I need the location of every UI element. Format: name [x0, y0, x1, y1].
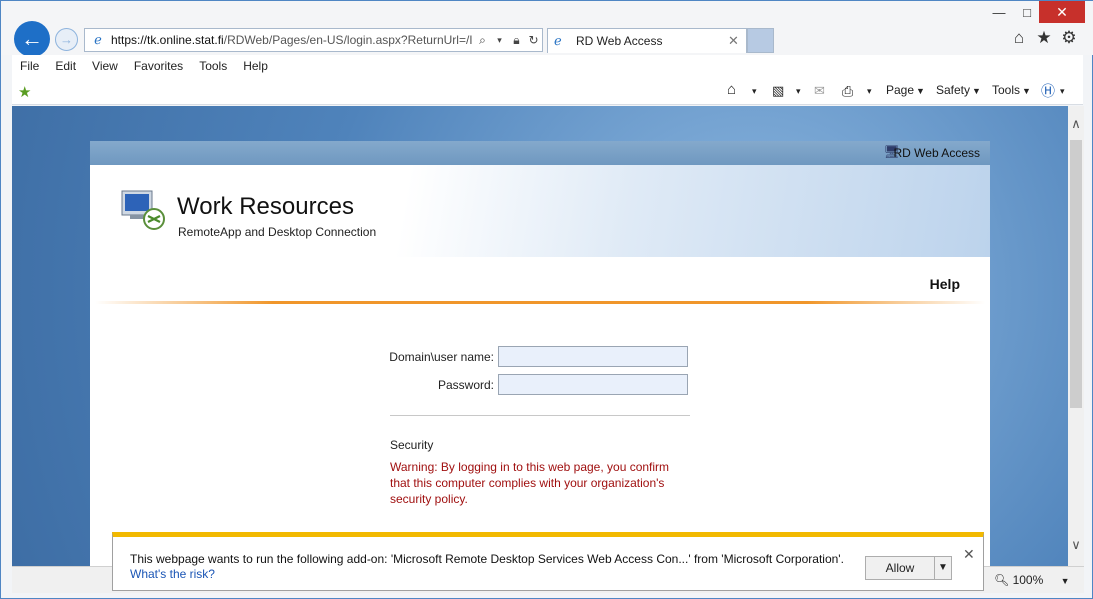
- rd-web-access-panel: 🖥︎ RD Web Access Work Resources RemoteAp…: [90, 141, 990, 566]
- chevron-down-icon: ▼: [1060, 576, 1070, 586]
- url-path: /RDWeb/Pages/en-US/login.aspx?ReturnUrl=…: [223, 33, 473, 47]
- menu-favorites[interactable]: Favorites: [126, 59, 191, 73]
- dropdown-arrow-icon[interactable]: ▾: [491, 35, 508, 46]
- help-icon[interactable]: Ⓗ: [1041, 81, 1055, 101]
- help-dropdown-icon[interactable]: ▾: [1060, 86, 1065, 97]
- rd-strip-label: RD Web Access: [893, 146, 980, 160]
- address-bar[interactable]: ℯ https://tk.online.stat.fi/RDWeb/Pages/…: [84, 28, 543, 52]
- back-button[interactable]: ←: [14, 21, 50, 57]
- zoom-icon: 🔍︎: [994, 573, 1010, 587]
- minimize-icon: —: [992, 4, 1006, 20]
- security-heading: Security: [390, 438, 434, 452]
- gear-icon[interactable]: ⚙: [1057, 28, 1081, 50]
- home-icon[interactable]: ⌂: [1007, 28, 1031, 50]
- allow-button[interactable]: Allow: [865, 556, 935, 580]
- menu-tools[interactable]: Tools: [191, 59, 235, 73]
- allow-dropdown-button[interactable]: ▼: [934, 556, 952, 580]
- ie-tab-icon: ℯ: [554, 33, 562, 48]
- vertical-scrollbar[interactable]: ∧ ∨: [1068, 106, 1084, 566]
- favorites-star-icon[interactable]: ★: [1032, 28, 1056, 50]
- chevron-down-icon: ▼: [938, 562, 948, 573]
- chevron-down-icon: ▼: [972, 86, 981, 96]
- close-button[interactable]: ✕: [1039, 1, 1085, 23]
- zoom-control[interactable]: 🔍︎ 100% ▼: [994, 573, 1070, 587]
- close-icon: ✕: [1056, 3, 1068, 20]
- username-row: Domain\user name:: [380, 346, 688, 367]
- refresh-icon[interactable]: ↻: [525, 33, 542, 47]
- orange-divider: [95, 301, 985, 304]
- tab-rd-web-access[interactable]: ℯ RD Web Access ✕: [547, 28, 747, 53]
- rd-header: Work Resources RemoteApp and Desktop Con…: [90, 165, 990, 257]
- notification-close-icon[interactable]: ✕: [963, 546, 975, 563]
- password-label: Password:: [437, 377, 494, 392]
- form-divider: [390, 415, 690, 416]
- safety-menu-label: Safety: [936, 83, 971, 97]
- url-host: https://tk.online.stat.fi: [111, 33, 224, 47]
- maximize-icon: □: [1023, 4, 1031, 20]
- tools-menu-label: Tools: [992, 83, 1021, 97]
- username-input[interactable]: [498, 346, 688, 367]
- print-icon[interactable]: ⎙: [842, 83, 853, 100]
- new-tab-button[interactable]: [747, 28, 774, 53]
- forward-arrow-icon: →: [60, 32, 73, 47]
- menu-help[interactable]: Help: [235, 59, 276, 73]
- remote-desktop-logo-icon: [121, 190, 165, 230]
- browser-window: — □ ✕ ← → ℯ https://tk.online.stat.fi/RD…: [0, 0, 1093, 599]
- rd-top-strip: 🖥︎ RD Web Access: [90, 141, 990, 165]
- command-bar: ★ ⌂ ▾ ▧ ▾ ✉ ⎙ ▾ Page ▼ Safety ▼ Tools ▼ Ⓗ ▾: [12, 77, 1083, 105]
- menu-bar: File Edit View Favorites Tools Help: [12, 55, 1083, 77]
- page-title: Work Resources: [177, 193, 354, 220]
- username-label: Domain\user name:: [389, 349, 494, 364]
- feeds-dropdown-icon[interactable]: ▾: [796, 86, 801, 97]
- scroll-thumb[interactable]: [1070, 140, 1082, 408]
- help-link[interactable]: Help: [930, 276, 960, 292]
- tools-menu[interactable]: Tools ▼: [992, 83, 1031, 97]
- back-arrow-icon: ←: [21, 26, 43, 51]
- addon-notification-bar: This webpage wants to run the following …: [112, 532, 984, 591]
- menu-file[interactable]: File: [12, 59, 47, 73]
- read-mail-icon[interactable]: ✉: [814, 83, 825, 99]
- safety-menu[interactable]: Safety ▼: [936, 83, 981, 97]
- password-input[interactable]: [498, 374, 688, 395]
- home-command-icon[interactable]: ⌂: [727, 81, 736, 98]
- whats-the-risk-link[interactable]: What's the risk?: [130, 567, 215, 581]
- forward-button[interactable]: →: [55, 28, 78, 51]
- ie-page-icon: ℯ: [94, 32, 102, 47]
- scroll-down-icon[interactable]: ∨: [1068, 537, 1084, 553]
- print-dropdown-icon[interactable]: ▾: [867, 86, 872, 97]
- chevron-down-icon: ▼: [1022, 86, 1031, 96]
- menu-view[interactable]: View: [84, 59, 126, 73]
- add-favorites-bar-icon[interactable]: ★: [18, 83, 31, 101]
- notification-message: This webpage wants to run the following …: [130, 552, 844, 566]
- security-warning: Warning: By logging in to this web page,…: [390, 460, 670, 506]
- zoom-level: 100%: [1012, 573, 1044, 587]
- title-bar: — □ ✕ ← → ℯ https://tk.online.stat.fi/RD…: [1, 1, 1093, 57]
- lock-icon[interactable]: 🔒︎: [508, 33, 525, 48]
- tab-title: RD Web Access: [576, 34, 663, 48]
- chevron-down-icon: ▼: [916, 86, 925, 96]
- search-icon[interactable]: ⌕: [474, 33, 491, 48]
- page-viewport: 🖥︎ RD Web Access Work Resources RemoteAp…: [12, 106, 1068, 566]
- scroll-up-icon[interactable]: ∧: [1068, 116, 1084, 132]
- home-dropdown-icon[interactable]: ▾: [752, 86, 757, 97]
- page-menu-label: Page: [886, 83, 915, 97]
- tab-close-icon[interactable]: ✕: [728, 33, 746, 49]
- menu-edit[interactable]: Edit: [47, 59, 84, 73]
- page-menu[interactable]: Page ▼: [886, 83, 925, 97]
- feeds-icon[interactable]: ▧: [772, 83, 784, 99]
- url-text[interactable]: https://tk.online.stat.fi/RDWeb/Pages/en…: [107, 33, 474, 47]
- page-subtitle: RemoteApp and Desktop Connection: [178, 225, 377, 239]
- password-row: Password:: [380, 374, 688, 395]
